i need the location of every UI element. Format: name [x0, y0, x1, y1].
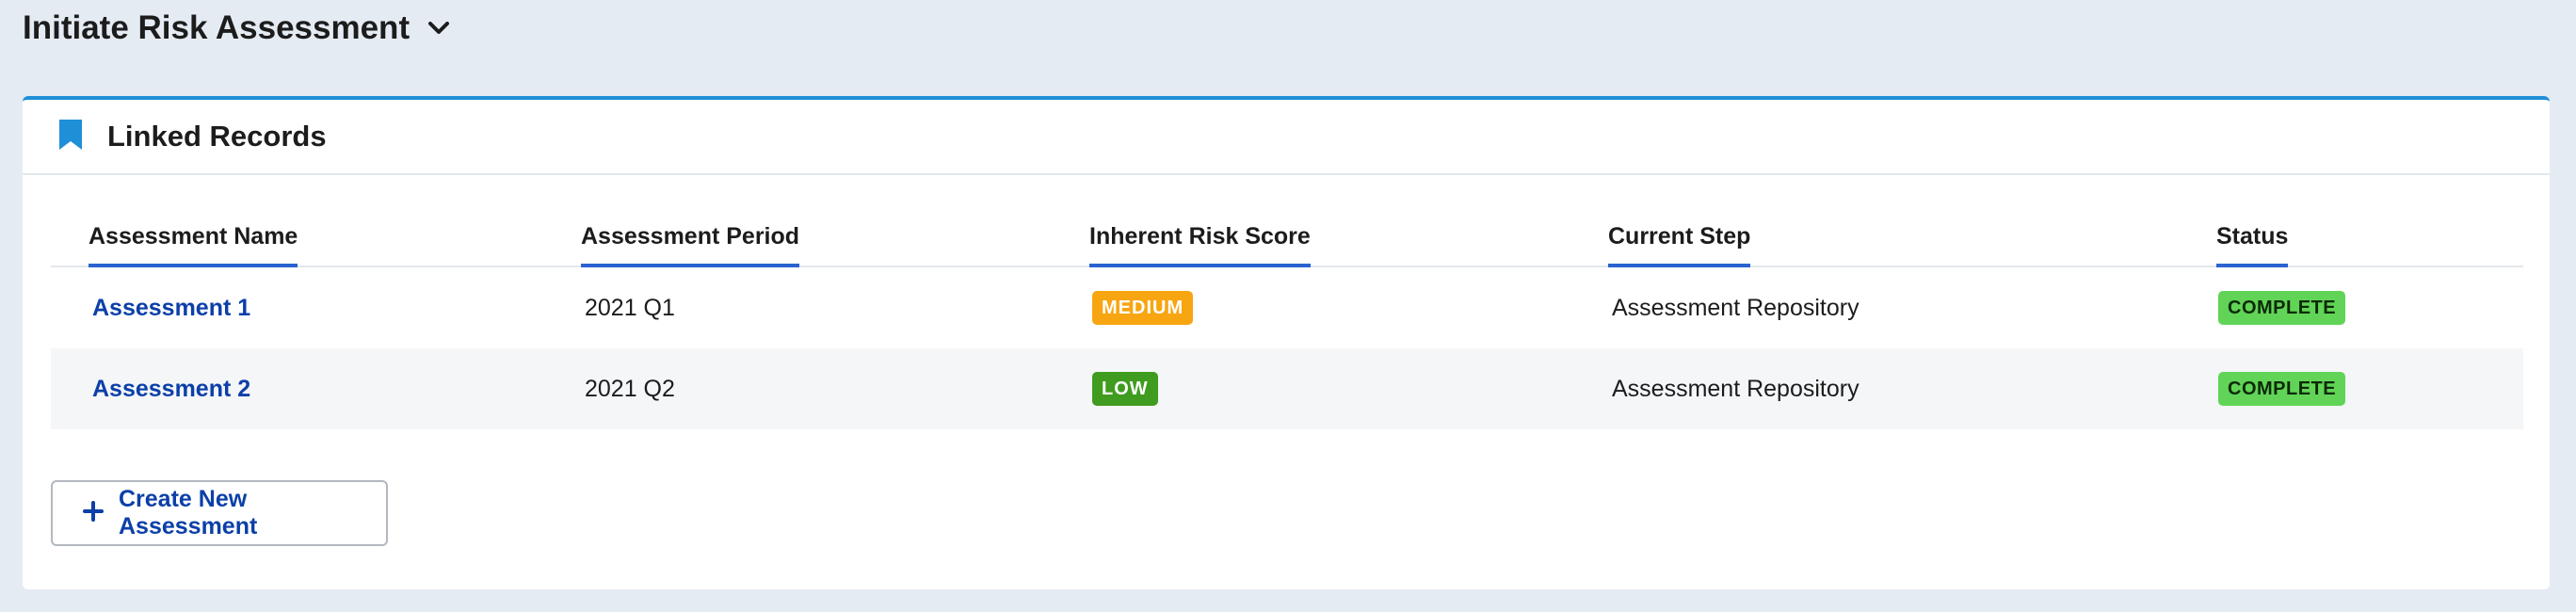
- status-badge: COMPLETE: [2218, 291, 2346, 325]
- plus-icon: [83, 500, 104, 526]
- status-badge: COMPLETE: [2218, 372, 2346, 406]
- create-new-assessment-button[interactable]: Create New Assessment: [51, 480, 388, 546]
- column-header-assessment-name[interactable]: Assessment Name: [89, 205, 298, 267]
- assessment-period: 2021 Q2: [585, 375, 675, 402]
- table-header: Assessment Name Assessment Period Inhere…: [51, 205, 2523, 267]
- table-row: Assessment 2 2021 Q2 LOW Assessment Repo…: [51, 348, 2523, 429]
- table-row: Assessment 1 2021 Q1 MEDIUM Assessment R…: [51, 267, 2523, 348]
- chevron-down-icon[interactable]: [427, 16, 451, 40]
- assessment-link[interactable]: Assessment 1: [92, 295, 250, 322]
- linked-records-card: Linked Records Assessment Name Assessmen…: [23, 96, 2550, 589]
- assessment-period: 2021 Q1: [585, 294, 675, 321]
- current-step: Assessment Repository: [1612, 375, 1860, 402]
- page-title: Initiate Risk Assessment: [23, 9, 411, 46]
- column-header-status[interactable]: Status: [2216, 205, 2289, 267]
- column-header-inherent-risk-score[interactable]: Inherent Risk Score: [1089, 205, 1311, 267]
- card-title: Linked Records: [107, 120, 327, 153]
- risk-badge: LOW: [1092, 372, 1158, 406]
- linked-records-table: Assessment Name Assessment Period Inhere…: [51, 205, 2523, 429]
- bookmark-icon: [58, 119, 83, 155]
- column-header-assessment-period[interactable]: Assessment Period: [581, 205, 800, 267]
- current-step: Assessment Repository: [1612, 294, 1860, 321]
- column-header-current-step[interactable]: Current Step: [1608, 205, 1751, 267]
- create-button-label: Create New Assessment: [119, 486, 258, 540]
- card-header: Linked Records: [23, 100, 2550, 175]
- assessment-link[interactable]: Assessment 2: [92, 376, 250, 403]
- risk-badge: MEDIUM: [1092, 291, 1194, 325]
- page-header: Initiate Risk Assessment: [23, 6, 451, 51]
